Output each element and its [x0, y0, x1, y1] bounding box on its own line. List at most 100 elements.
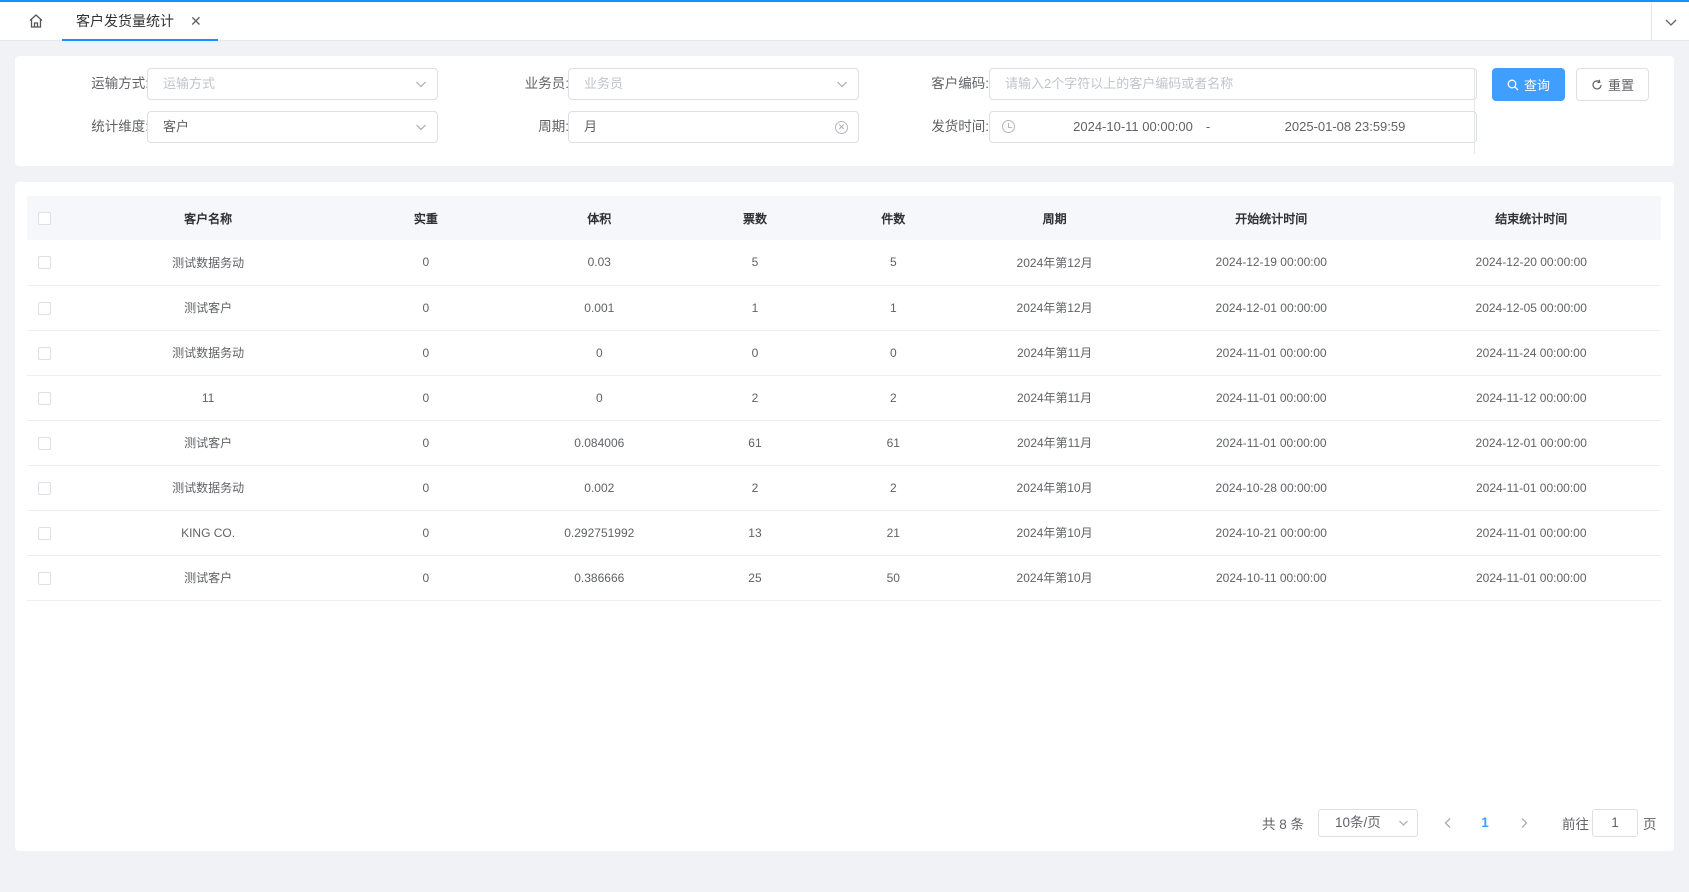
pieces-cell: 61 [886, 435, 900, 450]
table-row[interactable]: 11 0 0 2 2 2024年第11月 2024-11-01 00:00:00… [27, 375, 1661, 420]
row-checkbox[interactable] [38, 391, 51, 405]
row-checkbox[interactable] [38, 256, 51, 270]
period-cell: 2024年第10月 [1016, 481, 1093, 495]
end-time-cell: 2024-11-01 00:00:00 [1475, 570, 1587, 585]
ship-time-end[interactable]: 2025-01-08 23:59:59 [1250, 112, 1440, 142]
table-row[interactable]: 测试客户 0 0.084006 61 61 2024年第11月 2024-11-… [27, 420, 1661, 465]
salesman-select[interactable]: 业务员 [568, 68, 859, 100]
prev-page-button[interactable] [1438, 809, 1458, 837]
period-select[interactable]: 月 ✕ [568, 111, 859, 143]
pieces-cell: 21 [886, 525, 900, 540]
chevron-right-icon [1521, 818, 1528, 828]
clock-icon [1002, 120, 1015, 133]
column-header[interactable]: 客户名称 [72, 196, 345, 240]
customer-name-cell: 11 [201, 390, 215, 405]
column-header[interactable]: 件数 [819, 196, 969, 240]
search-icon [1507, 79, 1519, 90]
table-header-row: 客户名称 实重 体积 票数 件数 周期 开始统计时间 结束统计时间 [27, 196, 1661, 240]
salesman-placeholder: 业务员 [584, 76, 624, 91]
column-header[interactable]: 结束统计时间 [1402, 196, 1662, 240]
pieces-cell: 1 [889, 300, 897, 315]
query-button-label: 查询 [1523, 78, 1550, 93]
end-time-cell: 2024-12-20 00:00:00 [1475, 255, 1587, 270]
table-row[interactable]: 测试客户 0 0.001 1 1 2024年第12月 2024-12-01 00… [27, 285, 1661, 330]
tickets-cell: 2 [751, 390, 759, 405]
tickets-cell: 0 [751, 345, 759, 360]
pieces-cell: 0 [889, 345, 897, 360]
goto-prefix: 前往 [1562, 817, 1589, 832]
table-row[interactable]: 测试数据务动 0 0 0 0 2024年第11月 2024-11-01 00:0… [27, 330, 1661, 375]
page-size-select[interactable]: 10条/页 [1318, 809, 1418, 837]
customer-name-cell: 测试数据务动 [172, 255, 245, 270]
volume-cell: 0.001 [584, 300, 615, 315]
chevron-down-icon [1399, 820, 1408, 826]
tabs-dropdown-button[interactable] [1651, 2, 1689, 41]
next-page-button[interactable] [1514, 809, 1534, 837]
start-time-cell: 2024-12-01 00:00:00 [1215, 300, 1327, 315]
column-header[interactable]: 周期 [968, 196, 1141, 240]
chevron-left-icon [1444, 818, 1451, 828]
select-all-checkbox[interactable] [38, 212, 51, 226]
end-time-cell: 2024-11-12 00:00:00 [1475, 390, 1587, 405]
weight-cell: 0 [422, 480, 430, 495]
customer-code-input[interactable]: 请输入2个字符以上的客户编码或者名称 [989, 68, 1477, 100]
row-checkbox[interactable] [38, 346, 51, 360]
dimension-select[interactable]: 客户 [147, 111, 438, 143]
tab-bar: 客户发货量统计 ✕ [0, 0, 1689, 41]
start-time-cell: 2024-10-28 00:00:00 [1215, 480, 1327, 495]
customer-name-cell: 测试客户 [184, 301, 233, 315]
end-time-cell: 2024-11-01 00:00:00 [1475, 480, 1587, 495]
volume-cell: 0.084006 [574, 435, 625, 450]
shipment-stats-table: 客户名称 实重 体积 票数 件数 周期 开始统计时间 结束统计时间 测试数据务动… [27, 196, 1661, 601]
customer-name-cell: KING CO. [181, 525, 236, 540]
period-cell: 2024年第12月 [1016, 255, 1093, 270]
customer-name-cell: 测试客户 [184, 571, 233, 585]
reset-button[interactable]: 重置 [1576, 68, 1649, 101]
column-header[interactable]: 体积 [507, 196, 691, 240]
row-checkbox[interactable] [38, 301, 51, 315]
clear-icon[interactable]: ✕ [835, 120, 848, 134]
weight-cell: 0 [422, 255, 430, 270]
end-time-cell: 2024-12-05 00:00:00 [1475, 300, 1587, 315]
table-row[interactable]: 测试客户 0 0.386666 25 50 2024年第10月 2024-10-… [27, 555, 1661, 600]
customer-name-cell: 测试数据务动 [172, 346, 245, 360]
table-row[interactable]: KING CO. 0 0.292751992 13 21 2024年第10月 2… [27, 510, 1661, 555]
column-header[interactable]: 票数 [691, 196, 818, 240]
column-header[interactable]: 开始统计时间 [1141, 196, 1401, 240]
ship-time-range[interactable]: 2024-10-11 00:00:00 - 2025-01-08 23:59:5… [989, 111, 1477, 143]
table-row[interactable]: 测试数据务动 0 0.002 2 2 2024年第10月 2024-10-28 … [27, 465, 1661, 510]
weight-cell: 0 [422, 435, 430, 450]
tickets-cell: 61 [748, 435, 762, 450]
tickets-cell: 2 [751, 480, 759, 495]
tab-label: 客户发货量统计 [76, 12, 174, 29]
period-cell: 2024年第11月 [1016, 346, 1093, 360]
ship-time-label: 发货时间: [931, 119, 989, 134]
row-checkbox[interactable] [38, 526, 51, 540]
period-cell: 2024年第10月 [1016, 571, 1093, 585]
tab-customer-shipment-stats[interactable]: 客户发货量统计 ✕ [62, 2, 218, 41]
transport-select[interactable]: 运输方式 [147, 68, 438, 100]
row-checkbox[interactable] [38, 481, 51, 495]
volume-cell: 0.386666 [574, 570, 625, 585]
weight-cell: 0 [422, 570, 430, 585]
start-time-cell: 2024-12-19 00:00:00 [1215, 255, 1327, 270]
close-icon[interactable]: ✕ [190, 14, 202, 28]
page-number-current[interactable]: 1 [1478, 809, 1492, 837]
goto-page-input[interactable]: 1 [1592, 809, 1638, 837]
column-header[interactable]: 实重 [344, 196, 507, 240]
query-button[interactable]: 查询 [1492, 68, 1565, 101]
table-row[interactable]: 测试数据务动 0 0.03 5 5 2024年第12月 2024-12-19 0… [27, 240, 1661, 285]
tickets-cell: 25 [748, 570, 762, 585]
volume-cell: 0.002 [584, 480, 615, 495]
tickets-cell: 13 [748, 525, 762, 540]
refresh-icon [1592, 79, 1602, 89]
period-label: 周期: [538, 119, 569, 134]
pagination-total: 共 8 条 [1262, 817, 1305, 832]
pieces-cell: 2 [889, 390, 897, 405]
row-checkbox[interactable] [38, 436, 51, 450]
home-tab[interactable] [14, 2, 58, 40]
row-checkbox[interactable] [38, 571, 51, 585]
start-time-cell: 2024-11-01 00:00:00 [1216, 345, 1327, 360]
customer-name-cell: 测试数据务动 [172, 481, 245, 495]
period-cell: 2024年第11月 [1016, 436, 1093, 450]
